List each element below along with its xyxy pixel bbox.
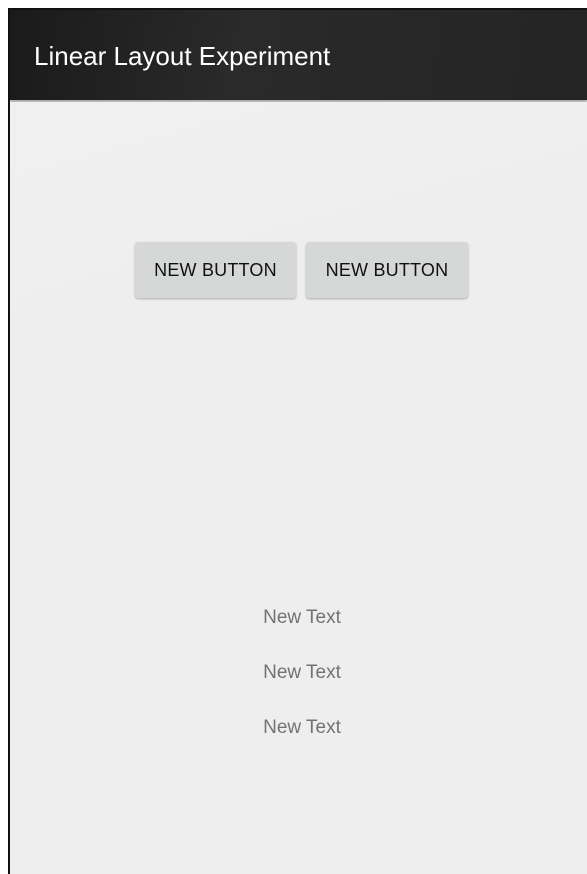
text-view-3: New Text [263,717,341,738]
new-button-1[interactable]: NEW BUTTON [135,242,296,298]
main-content: NEW BUTTON NEW BUTTON New Text New Text … [10,102,587,874]
action-bar: Linear Layout Experiment [10,10,587,100]
text-view-2: New Text [263,662,341,683]
text-view-1: New Text [263,607,341,628]
button-row: NEW BUTTON NEW BUTTON [135,242,468,298]
device-screen: Linear Layout Experiment NEW BUTTON NEW … [8,8,587,874]
new-button-2[interactable]: NEW BUTTON [306,242,468,298]
app-title: Linear Layout Experiment [34,41,331,71]
